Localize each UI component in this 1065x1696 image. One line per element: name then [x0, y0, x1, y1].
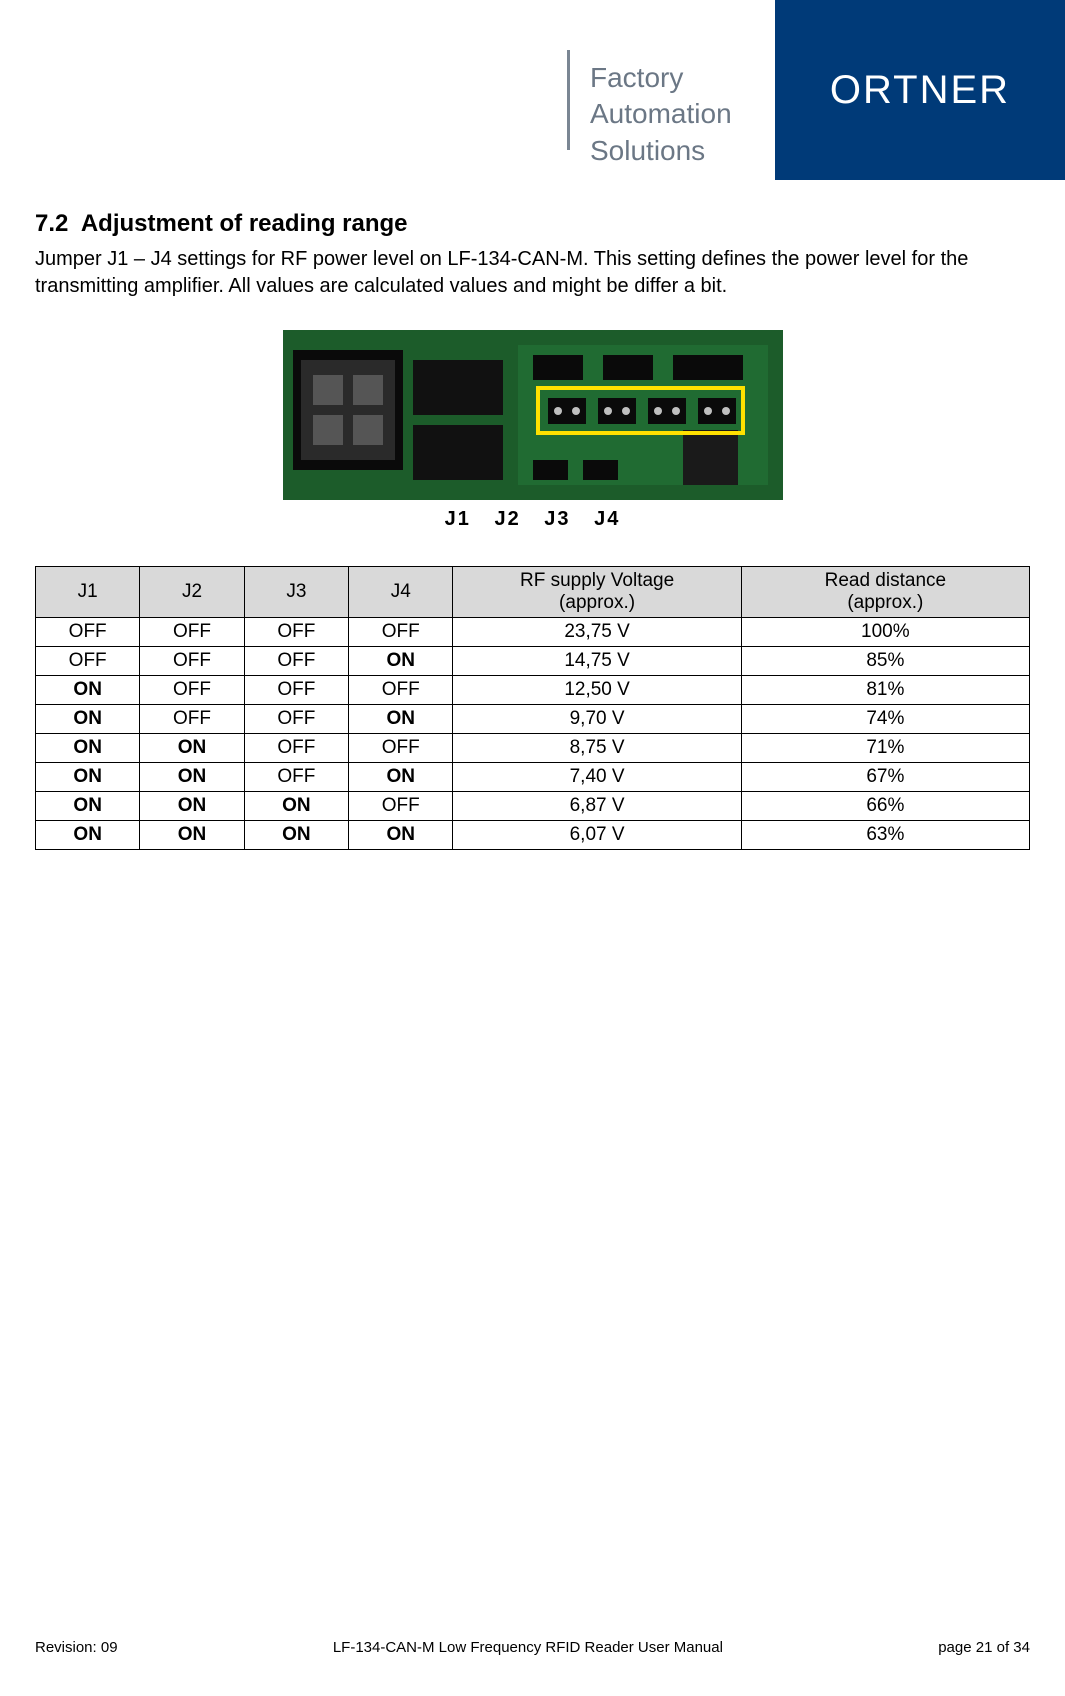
table-header-row: J1 J2 J3 J4 RF supply Voltage (approx.) …	[36, 567, 1030, 618]
cell-j2: OFF	[140, 676, 244, 705]
cell-read-distance: 85%	[741, 647, 1029, 676]
tagline-line: Factory	[590, 60, 755, 96]
cell-rf-voltage: 23,75 V	[453, 618, 741, 647]
table-row: ONONOFFON7,40 V67%	[36, 763, 1030, 792]
brand-logo: ORTNER	[775, 0, 1065, 180]
cell-rf-voltage: 12,50 V	[453, 676, 741, 705]
cell-rf-voltage: 8,75 V	[453, 734, 741, 763]
cell-j1: OFF	[36, 647, 140, 676]
col-header-rd-l1: Read distance	[825, 570, 946, 591]
col-header-j1: J1	[36, 567, 140, 618]
cell-j1: ON	[36, 792, 140, 821]
section-number: 7.2	[35, 210, 68, 237]
section-intro: Jumper J1 – J4 settings for RF power lev…	[35, 246, 1030, 300]
section-title-text: Adjustment of reading range	[81, 210, 408, 237]
pcb-figure: J1 J2 J3 J4	[35, 330, 1030, 531]
cell-j1: ON	[36, 821, 140, 850]
cell-read-distance: 100%	[741, 618, 1029, 647]
col-header-rf-l1: RF supply Voltage	[520, 570, 674, 591]
table-row: OFFOFFOFFOFF23,75 V100%	[36, 618, 1030, 647]
col-header-rd: Read distance (approx.)	[741, 567, 1029, 618]
table-row: ONOFFOFFON9,70 V74%	[36, 705, 1030, 734]
cell-j3: OFF	[244, 763, 348, 792]
col-header-rf: RF supply Voltage (approx.)	[453, 567, 741, 618]
footer-page: page 21 of 34	[938, 1639, 1030, 1656]
col-header-j3: J3	[244, 567, 348, 618]
cell-j1: ON	[36, 705, 140, 734]
cell-rf-voltage: 6,87 V	[453, 792, 741, 821]
tagline-line: Solutions	[590, 133, 755, 169]
cell-rf-voltage: 6,07 V	[453, 821, 741, 850]
footer-doc-title: LF-134-CAN-M Low Frequency RFID Reader U…	[333, 1639, 723, 1656]
cell-j4: ON	[349, 705, 453, 734]
col-header-j4: J4	[349, 567, 453, 618]
jumper-labels: J1 J2 J3 J4	[35, 508, 1030, 531]
cell-j3: ON	[244, 792, 348, 821]
section-heading: 7.2 Adjustment of reading range	[35, 210, 1030, 238]
cell-rf-voltage: 14,75 V	[453, 647, 741, 676]
cell-j3: OFF	[244, 705, 348, 734]
cell-j3: OFF	[244, 647, 348, 676]
cell-j3: OFF	[244, 734, 348, 763]
page-content: 7.2 Adjustment of reading range Jumper J…	[35, 210, 1030, 850]
table-row: ONONONOFF6,87 V66%	[36, 792, 1030, 821]
cell-rf-voltage: 7,40 V	[453, 763, 741, 792]
cell-j4: OFF	[349, 676, 453, 705]
cell-j1: ON	[36, 763, 140, 792]
cell-j4: OFF	[349, 734, 453, 763]
cell-j1: OFF	[36, 618, 140, 647]
header-divider	[567, 50, 570, 150]
col-header-rf-l2: (approx.)	[559, 592, 635, 613]
header-tagline: Factory Automation Solutions	[590, 0, 775, 180]
cell-j3: OFF	[244, 676, 348, 705]
col-header-rd-l2: (approx.)	[847, 592, 923, 613]
cell-read-distance: 81%	[741, 676, 1029, 705]
cell-j2: ON	[140, 734, 244, 763]
table-row: ONONONON6,07 V63%	[36, 821, 1030, 850]
cell-j3: OFF	[244, 618, 348, 647]
cell-j2: ON	[140, 763, 244, 792]
footer-revision: Revision: 09	[35, 1639, 118, 1656]
cell-j2: ON	[140, 821, 244, 850]
jumper-settings-table: J1 J2 J3 J4 RF supply Voltage (approx.) …	[35, 566, 1030, 850]
table-row: OFFOFFOFFON14,75 V85%	[36, 647, 1030, 676]
cell-read-distance: 74%	[741, 705, 1029, 734]
cell-read-distance: 66%	[741, 792, 1029, 821]
cell-read-distance: 67%	[741, 763, 1029, 792]
cell-j1: ON	[36, 676, 140, 705]
cell-j4: OFF	[349, 618, 453, 647]
cell-j3: ON	[244, 821, 348, 850]
cell-j4: ON	[349, 821, 453, 850]
table-row: ONONOFFOFF8,75 V71%	[36, 734, 1030, 763]
page-footer: Revision: 09 LF-134-CAN-M Low Frequency …	[35, 1639, 1030, 1656]
cell-j2: OFF	[140, 705, 244, 734]
page-header: Factory Automation Solutions ORTNER	[567, 0, 1065, 180]
cell-j2: OFF	[140, 647, 244, 676]
cell-j2: OFF	[140, 618, 244, 647]
cell-j4: OFF	[349, 792, 453, 821]
table-row: ONOFFOFFOFF12,50 V81%	[36, 676, 1030, 705]
cell-j2: ON	[140, 792, 244, 821]
cell-read-distance: 71%	[741, 734, 1029, 763]
cell-j4: ON	[349, 647, 453, 676]
cell-read-distance: 63%	[741, 821, 1029, 850]
tagline-line: Automation	[590, 96, 755, 132]
pcb-image	[283, 330, 783, 500]
cell-j1: ON	[36, 734, 140, 763]
cell-j4: ON	[349, 763, 453, 792]
cell-rf-voltage: 9,70 V	[453, 705, 741, 734]
col-header-j2: J2	[140, 567, 244, 618]
